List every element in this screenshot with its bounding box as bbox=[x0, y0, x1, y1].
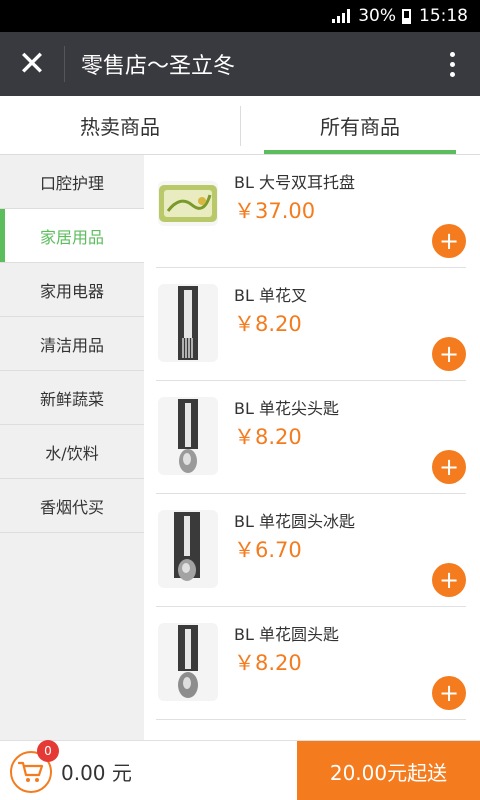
product-price: ￥8.20 bbox=[234, 651, 302, 675]
close-icon[interactable]: ✕ bbox=[0, 32, 64, 96]
tab-label: 所有商品 bbox=[320, 114, 400, 139]
product-price: ￥6.70 bbox=[234, 538, 302, 562]
cart-total: 0.00 元 bbox=[61, 761, 132, 785]
add-to-cart-button[interactable]: + bbox=[432, 450, 466, 484]
tab-all-products[interactable]: 所有商品 bbox=[240, 96, 480, 154]
category-item-drinks[interactable]: 水/饮料 bbox=[0, 425, 144, 479]
product-name: BL 单花尖头匙 bbox=[234, 399, 339, 418]
battery-icon bbox=[402, 8, 411, 24]
category-item-home-goods[interactable]: 家居用品 bbox=[0, 209, 144, 263]
tab-label: 热卖商品 bbox=[80, 114, 160, 139]
category-label: 口腔护理 bbox=[39, 173, 104, 193]
tab-hot-products[interactable]: 热卖商品 bbox=[0, 96, 240, 154]
category-item-cigarettes[interactable]: 香烟代买 bbox=[0, 479, 144, 533]
category-item-appliances[interactable]: 家用电器 bbox=[0, 263, 144, 317]
nav-divider bbox=[64, 46, 65, 82]
category-label: 新鲜蔬菜 bbox=[39, 389, 104, 409]
product-price: ￥8.20 bbox=[234, 312, 302, 336]
tab-active-indicator bbox=[264, 150, 456, 154]
tab-bar: 热卖商品 所有商品 bbox=[0, 96, 480, 155]
category-item-cleaning[interactable]: 清洁用品 bbox=[0, 317, 144, 371]
product-image-spoon bbox=[158, 510, 218, 588]
product-name: BL 大号双耳托盘 bbox=[234, 173, 355, 192]
category-item-vegetables[interactable]: 新鲜蔬菜 bbox=[0, 371, 144, 425]
add-to-cart-button[interactable]: + bbox=[432, 337, 466, 371]
product-item[interactable]: BL 单花叉 ￥8.20 + bbox=[156, 268, 466, 381]
add-to-cart-button[interactable]: + bbox=[432, 563, 466, 597]
more-vertical-icon[interactable] bbox=[424, 32, 480, 96]
product-price: ￥37.00 bbox=[234, 199, 316, 223]
product-image-spoon bbox=[158, 397, 218, 475]
cart-count-badge: 0 bbox=[37, 740, 59, 762]
add-to-cart-button[interactable]: + bbox=[432, 676, 466, 710]
product-item[interactable]: BL 单花尖头匙 ￥8.20 + bbox=[156, 381, 466, 494]
product-image-tray bbox=[158, 181, 218, 226]
product-name: BL 单花圆头冰匙 bbox=[234, 512, 355, 531]
category-label: 水/饮料 bbox=[45, 443, 99, 463]
category-label: 香烟代买 bbox=[39, 497, 104, 517]
cart-bar: 0 0.00 元 20.00元起送 bbox=[0, 740, 480, 800]
category-sidebar: 口腔护理 家居用品 家用电器 清洁用品 新鲜蔬菜 水/饮料 香烟代买 bbox=[0, 155, 144, 740]
product-item[interactable]: BL 单花圆头匙 ￥8.20 + bbox=[156, 607, 466, 720]
clock: 15:18 bbox=[419, 6, 468, 26]
add-to-cart-button[interactable]: + bbox=[432, 224, 466, 258]
page-title: 零售店～圣立冬 bbox=[81, 54, 236, 79]
category-item-oral-care[interactable]: 口腔护理 bbox=[0, 155, 144, 209]
category-label: 清洁用品 bbox=[39, 335, 104, 355]
product-item[interactable]: BL 单花圆头冰匙 ￥6.70 + bbox=[156, 494, 466, 607]
battery-percent: 30% bbox=[358, 6, 396, 26]
product-name: BL 单花叉 bbox=[234, 286, 307, 305]
product-name: BL 单花圆头匙 bbox=[234, 625, 339, 644]
category-label: 家居用品 bbox=[39, 227, 104, 247]
product-image-spoon bbox=[158, 623, 218, 701]
status-bar: 30% 15:18 bbox=[0, 0, 480, 32]
category-label: 家用电器 bbox=[39, 281, 104, 301]
nav-bar: ✕ 零售店～圣立冬 bbox=[0, 32, 480, 96]
product-price: ￥8.20 bbox=[234, 425, 302, 449]
app-root: 30% 15:18 ✕ 零售店～圣立冬 热卖商品 所有商品 口腔护理 家居用品 … bbox=[0, 0, 480, 800]
product-image-fork bbox=[158, 284, 218, 362]
min-order-button[interactable]: 20.00元起送 bbox=[297, 741, 480, 800]
product-item[interactable]: BL 大号双耳托盘 ￥37.00 + bbox=[156, 155, 466, 268]
signal-icon bbox=[332, 9, 351, 23]
product-list[interactable]: BL 大号双耳托盘 ￥37.00 + BL 单花叉 ￥8.20 + BL 单花尖… bbox=[144, 155, 480, 740]
